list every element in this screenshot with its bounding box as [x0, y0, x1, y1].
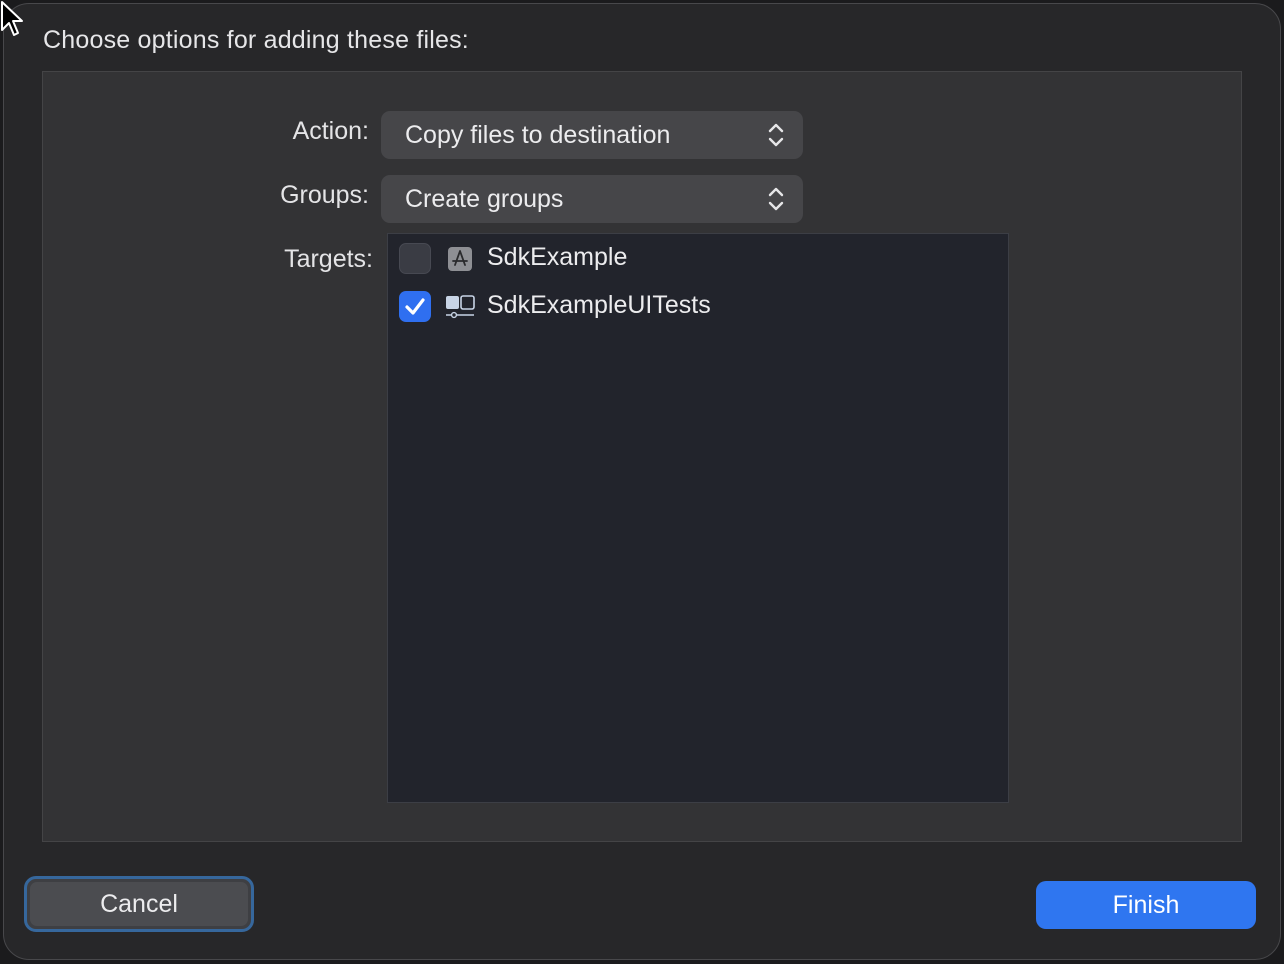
action-popup-value: Copy files to destination	[405, 121, 671, 149]
dialog-heading: Choose options for adding these files:	[43, 26, 469, 54]
groups-popup-value: Create groups	[405, 185, 564, 213]
groups-label: Groups:	[280, 181, 369, 209]
options-panel: Action: Copy files to destination Groups…	[42, 71, 1242, 842]
ui-test-target-icon	[446, 295, 475, 319]
target-label-sdkexample: SdkExample	[487, 243, 628, 271]
up-down-chevrons-icon	[768, 187, 784, 211]
target-row-sdkexample[interactable]: SdkExample	[399, 240, 999, 276]
target-row-sdkexampleuitests[interactable]: SdkExampleUITests	[399, 288, 999, 324]
add-files-options-dialog: Choose options for adding these files: A…	[3, 3, 1281, 960]
cancel-button[interactable]: Cancel	[24, 876, 254, 932]
checkmark-icon	[405, 298, 425, 315]
action-label: Action:	[292, 117, 369, 145]
app-target-icon	[448, 247, 472, 271]
cancel-button-label: Cancel	[30, 882, 248, 926]
mouse-pointer-icon	[1, 1, 23, 36]
target-checkbox-sdkexample[interactable]	[399, 243, 431, 274]
target-label-sdkexampleuitests: SdkExampleUITests	[487, 291, 711, 319]
groups-popup-button[interactable]: Create groups	[381, 175, 803, 223]
targets-list[interactable]: SdkExample SdkExampleUITests	[387, 233, 1009, 803]
finish-button[interactable]: Finish	[1036, 881, 1256, 929]
action-popup-button[interactable]: Copy files to destination	[381, 111, 803, 159]
target-checkbox-sdkexampleuitests[interactable]	[399, 291, 431, 322]
targets-label: Targets:	[284, 245, 373, 273]
up-down-chevrons-icon	[768, 123, 784, 147]
